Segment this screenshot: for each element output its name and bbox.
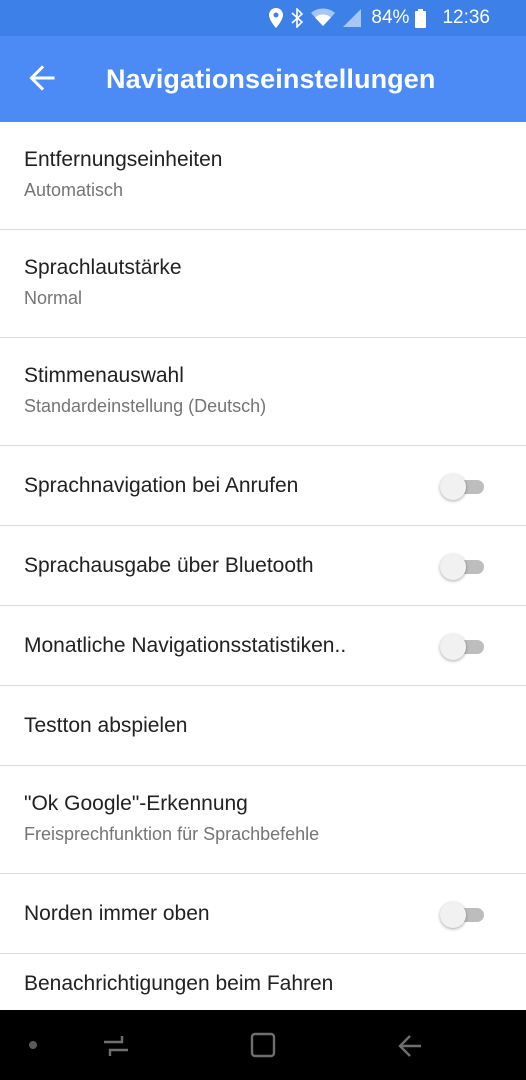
north-up-toggle[interactable] bbox=[440, 902, 486, 928]
signal-icon bbox=[343, 9, 362, 27]
bluetooth-icon bbox=[291, 8, 304, 28]
setting-subtitle: Normal bbox=[24, 288, 83, 308]
setting-ok-google-detection[interactable]: "Ok Google"-Erkennung Freisprechfunktion… bbox=[0, 766, 526, 874]
wifi-icon bbox=[311, 8, 336, 28]
setting-title: Norden immer oben bbox=[24, 902, 210, 925]
setting-voice-volume[interactable]: Sprachlautstärke Normal bbox=[0, 230, 526, 338]
setting-distance-units[interactable]: Entfernungseinheiten Automatisch bbox=[0, 122, 526, 230]
app-bar: Navigationseinstellungen bbox=[0, 36, 526, 122]
monthly-stats-toggle[interactable] bbox=[440, 634, 486, 660]
status-icons: 84% 12:36 bbox=[269, 0, 490, 36]
toggle-knob bbox=[440, 634, 466, 660]
setting-title: Stimmenauswahl bbox=[24, 364, 184, 387]
voice-during-calls-toggle[interactable] bbox=[440, 474, 486, 500]
setting-bluetooth-audio[interactable]: Sprachausgabe über Bluetooth bbox=[0, 526, 526, 606]
system-back-button[interactable] bbox=[392, 1030, 428, 1062]
arrow-back-icon bbox=[29, 65, 55, 91]
page-title: Navigationseinstellungen bbox=[106, 64, 436, 94]
back-button[interactable] bbox=[20, 56, 64, 100]
setting-title: Sprachlautstärke bbox=[24, 256, 182, 279]
system-nav-bar bbox=[0, 1010, 526, 1080]
dot-indicator-icon bbox=[29, 1041, 37, 1049]
setting-title: Benachrichtigungen beim Fahren bbox=[24, 972, 334, 995]
setting-voice-during-calls[interactable]: Sprachnavigation bei Anrufen bbox=[0, 446, 526, 526]
recent-apps-icon bbox=[104, 1036, 128, 1056]
setting-play-test-sound[interactable]: Testton abspielen bbox=[0, 686, 526, 766]
toggle-knob bbox=[440, 554, 466, 580]
setting-title: Sprachnavigation bei Anrufen bbox=[24, 474, 299, 497]
home-icon bbox=[250, 1032, 276, 1058]
setting-voice-selection[interactable]: Stimmenauswahl Standardeinstellung (Deut… bbox=[0, 338, 526, 446]
toggle-knob bbox=[440, 474, 466, 500]
clock: 12:36 bbox=[442, 7, 490, 28]
setting-title: Entfernungseinheiten bbox=[24, 148, 223, 171]
setting-north-up[interactable]: Norden immer oben bbox=[0, 874, 526, 954]
battery-percent: 84% bbox=[371, 7, 410, 28]
setting-title: Testton abspielen bbox=[24, 714, 188, 737]
setting-subtitle: Automatisch bbox=[24, 180, 124, 200]
setting-subtitle: Standardeinstellung (Deutsch) bbox=[24, 396, 267, 416]
setting-title: Sprachausgabe über Bluetooth bbox=[24, 554, 314, 577]
settings-list: Entfernungseinheiten Automatisch Sprachl… bbox=[0, 122, 526, 1038]
location-icon bbox=[269, 8, 284, 28]
setting-title: Monatliche Navigationsstatistiken.. bbox=[24, 634, 347, 657]
setting-monthly-stats[interactable]: Monatliche Navigationsstatistiken.. bbox=[0, 606, 526, 686]
bluetooth-audio-toggle[interactable] bbox=[440, 554, 486, 580]
toggle-knob bbox=[440, 902, 466, 928]
status-bar: 84% 12:36 bbox=[0, 0, 526, 36]
setting-subtitle: Freisprechfunktion für Sprachbefehle bbox=[24, 824, 320, 844]
back-icon bbox=[398, 1035, 421, 1057]
battery-icon bbox=[415, 8, 427, 28]
home-button[interactable] bbox=[245, 1030, 281, 1062]
setting-title: "Ok Google"-Erkennung bbox=[24, 792, 248, 815]
recent-apps-button[interactable] bbox=[98, 1030, 134, 1062]
